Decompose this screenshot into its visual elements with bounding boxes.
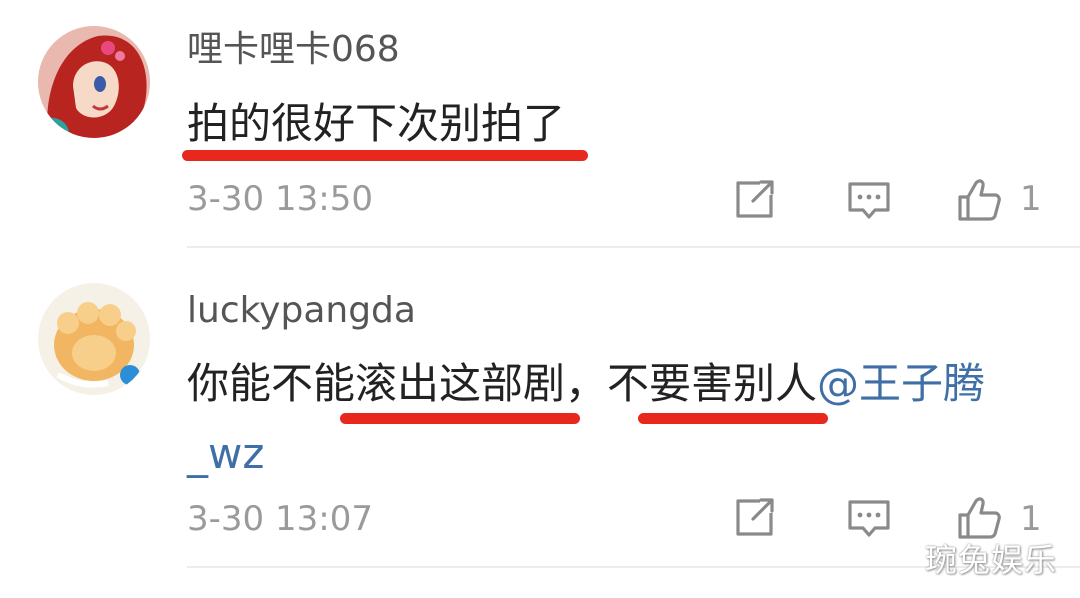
share-icon	[736, 180, 774, 218]
comment-icon	[848, 500, 890, 537]
red-underline-mark	[182, 150, 588, 161]
reply-button[interactable]	[845, 494, 893, 542]
user-avatar[interactable]	[38, 26, 150, 138]
like-count: 1	[1020, 499, 1042, 539]
avatar-image	[38, 26, 150, 138]
share-button[interactable]	[730, 176, 778, 224]
comment-text: 你能不能滚出这部剧，不要害别人@王子腾 _wz	[187, 349, 985, 489]
comment-timestamp: 3-30 13:50	[187, 179, 373, 219]
red-underline-mark	[638, 413, 828, 424]
mention-link[interactable]: @王子腾	[817, 359, 985, 408]
comment-timestamp: 3-30 13:07	[187, 499, 373, 539]
like-count: 1	[1020, 179, 1042, 219]
comment-text-line: 你能不能滚出这部剧，不要害别人@王子腾	[187, 349, 985, 419]
share-icon	[736, 498, 774, 536]
like-button[interactable]	[955, 176, 1003, 224]
username[interactable]: 哩卡哩卡068	[187, 28, 400, 72]
watermark-text: 琬兔娱乐	[925, 541, 1058, 579]
comment-text-part: 你能不能滚出这部剧，不要害别人	[187, 359, 818, 408]
user-avatar[interactable]	[38, 283, 150, 395]
comment-text: 拍的很好下次别拍了	[187, 99, 566, 148]
comment-icon	[848, 182, 890, 219]
mention-link[interactable]: _wz	[187, 419, 985, 489]
like-button[interactable]	[955, 494, 1003, 542]
share-button[interactable]	[730, 494, 778, 542]
comment-divider	[187, 246, 1080, 248]
comment-item: luckypangda 你能不能滚出这部剧，不要害别人@王子腾 _wz 3-30…	[0, 249, 1080, 569]
avatar-image	[38, 283, 150, 395]
thumbs-up-icon	[958, 179, 1001, 221]
username[interactable]: luckypangda	[187, 289, 416, 333]
thumbs-up-icon	[958, 497, 1001, 539]
red-underline-mark	[340, 413, 580, 424]
reply-button[interactable]	[845, 176, 893, 224]
comment-item: 哩卡哩卡068 拍的很好下次别拍了 3-30 13:50 1	[0, 0, 1080, 248]
